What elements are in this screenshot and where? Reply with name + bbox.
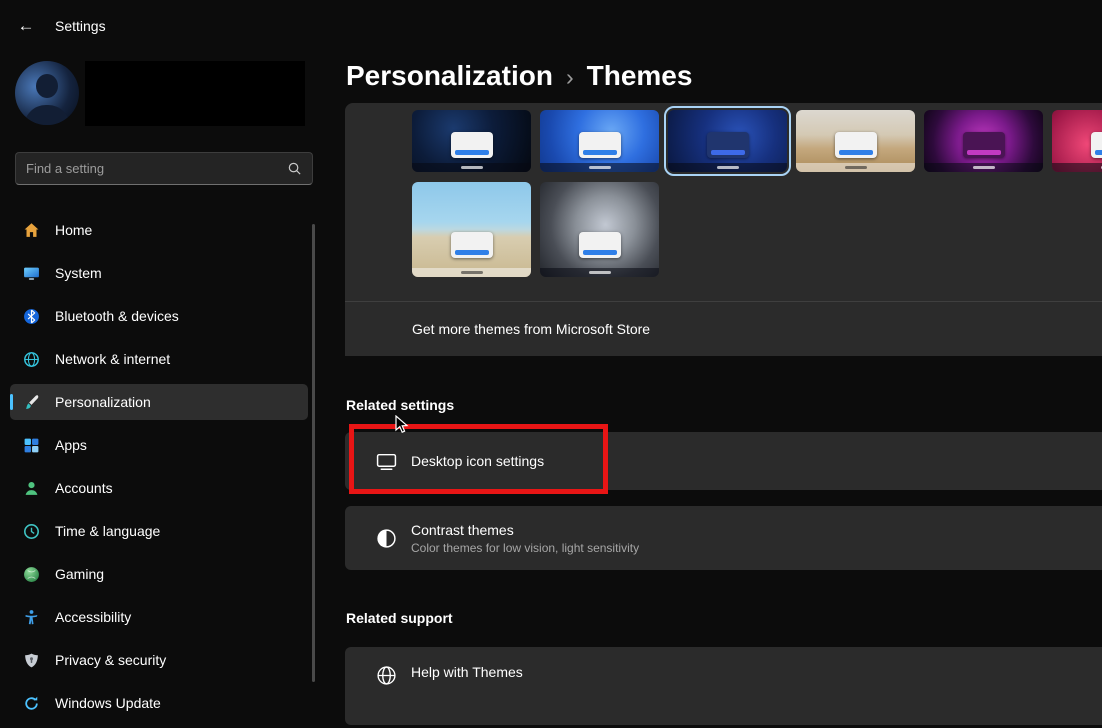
- get-more-themes-label: Get more themes from Microsoft Store: [412, 321, 650, 337]
- sidebar-item-privacy-security[interactable]: Privacy & security: [10, 642, 308, 678]
- account-name-redaction: [85, 61, 305, 126]
- theme-taskbar-preview: [796, 163, 915, 172]
- theme-taskbar-preview: [668, 163, 787, 172]
- sidebar-item-label: Personalization: [55, 394, 151, 410]
- sidebar-item-label: Accounts: [55, 480, 113, 496]
- breadcrumb-personalization[interactable]: Personalization: [346, 60, 553, 92]
- theme-window-preview: [707, 132, 749, 158]
- sidebar-item-network-internet[interactable]: Network & internet: [10, 341, 308, 377]
- sidebar-item-gaming[interactable]: Gaming: [10, 556, 308, 592]
- contrast-themes-row[interactable]: Contrast themes Color themes for low vis…: [345, 506, 1102, 570]
- sidebar-item-label: Gaming: [55, 566, 104, 582]
- sidebar-item-label: Time & language: [55, 523, 160, 539]
- help-with-themes-row[interactable]: Help with Themes: [345, 647, 1102, 725]
- theme-taskbar-preview: [924, 163, 1043, 172]
- sidebar-item-label: Home: [55, 222, 92, 238]
- accounts-icon: [23, 480, 40, 497]
- sidebar-item-bluetooth-devices[interactable]: Bluetooth & devices: [10, 298, 308, 334]
- monitor-icon: [375, 450, 397, 472]
- related-support-header: Related support: [346, 610, 453, 626]
- sidebar-item-label: Privacy & security: [55, 652, 166, 668]
- theme-thumbnail-dark-glow[interactable]: [412, 110, 531, 172]
- sidebar-scrollbar[interactable]: [312, 224, 315, 682]
- sidebar-item-personalization[interactable]: Personalization: [10, 384, 308, 420]
- gaming-icon: [23, 566, 40, 583]
- contrast-themes-label: Contrast themes: [411, 522, 639, 538]
- globe-icon: [375, 664, 397, 686]
- search-icon: [287, 161, 302, 176]
- theme-thumbnail-bloom-gray[interactable]: [540, 182, 659, 277]
- avatar[interactable]: [15, 61, 79, 125]
- page-title: Themes: [587, 60, 693, 92]
- system-icon: [23, 265, 40, 282]
- help-with-themes-label: Help with Themes: [411, 664, 523, 680]
- sidebar-item-home[interactable]: Home: [10, 212, 308, 248]
- sidebar-item-windows-update[interactable]: Windows Update: [10, 685, 308, 721]
- sidebar-item-apps[interactable]: Apps: [10, 427, 308, 463]
- theme-thumbnail-pink-flora[interactable]: [1052, 110, 1102, 172]
- theme-thumbnail-purple-glow[interactable]: [924, 110, 1043, 172]
- bluetooth-icon: [23, 308, 40, 325]
- theme-window-preview: [451, 132, 493, 158]
- theme-taskbar-preview: [412, 163, 531, 172]
- breadcrumb: Personalization › Themes: [346, 60, 692, 92]
- theme-thumbnail-bloom-dark-selected[interactable]: [668, 110, 787, 172]
- theme-window-preview: [835, 132, 877, 158]
- theme-thumbnail-sand-dune[interactable]: [796, 110, 915, 172]
- sidebar-item-label: System: [55, 265, 102, 281]
- privacy-icon: [23, 652, 40, 669]
- contrast-themes-subtitle: Color themes for low vision, light sensi…: [411, 541, 639, 555]
- sidebar-item-label: Accessibility: [55, 609, 131, 625]
- theme-taskbar-preview: [412, 268, 531, 277]
- related-settings-header: Related settings: [346, 397, 454, 413]
- theme-taskbar-preview: [1052, 163, 1102, 172]
- theme-thumbnail-bloom-blue[interactable]: [540, 110, 659, 172]
- search-input[interactable]: [26, 161, 287, 176]
- theme-taskbar-preview: [540, 163, 659, 172]
- sidebar-item-label: Network & internet: [55, 351, 170, 367]
- search-box[interactable]: [15, 152, 313, 185]
- breadcrumb-chevron-icon: ›: [566, 61, 574, 91]
- theme-window-preview: [451, 232, 493, 258]
- theme-taskbar-preview: [540, 268, 659, 277]
- network-icon: [23, 351, 40, 368]
- sidebar-item-accessibility[interactable]: Accessibility: [10, 599, 308, 635]
- sidebar-item-label: Apps: [55, 437, 87, 453]
- apps-icon: [23, 437, 40, 454]
- back-arrow-icon: ←: [18, 16, 35, 36]
- sidebar-item-label: Windows Update: [55, 695, 161, 711]
- desktop-icon-settings-label: Desktop icon settings: [411, 453, 544, 469]
- windows-update-icon: [23, 695, 40, 712]
- sidebar-item-time-language[interactable]: Time & language: [10, 513, 308, 549]
- theme-window-preview: [1091, 132, 1102, 158]
- sidebar-item-label: Bluetooth & devices: [55, 308, 179, 324]
- desktop-icon-settings-row[interactable]: Desktop icon settings: [345, 432, 1102, 490]
- home-icon: [23, 222, 40, 239]
- sidebar-item-accounts[interactable]: Accounts: [10, 470, 308, 506]
- sidebar-item-system[interactable]: System: [10, 255, 308, 291]
- get-more-themes-link[interactable]: Get more themes from Microsoft Store: [345, 301, 1102, 356]
- sidebar: Home System Bluetooth & devices: [10, 212, 308, 728]
- app-title: Settings: [55, 18, 106, 34]
- personalization-icon: [23, 394, 40, 411]
- theme-window-preview: [579, 232, 621, 258]
- time-language-icon: [23, 523, 40, 540]
- settings-window: ← Settings Home System: [0, 0, 1102, 725]
- accessibility-icon: [23, 609, 40, 626]
- back-button[interactable]: ←: [13, 13, 39, 39]
- contrast-icon: [375, 527, 397, 549]
- theme-window-preview: [963, 132, 1005, 158]
- theme-thumbnail-beach[interactable]: [412, 182, 531, 277]
- current-theme-card: Get more themes from Microsoft Store: [345, 103, 1102, 356]
- theme-window-preview: [579, 132, 621, 158]
